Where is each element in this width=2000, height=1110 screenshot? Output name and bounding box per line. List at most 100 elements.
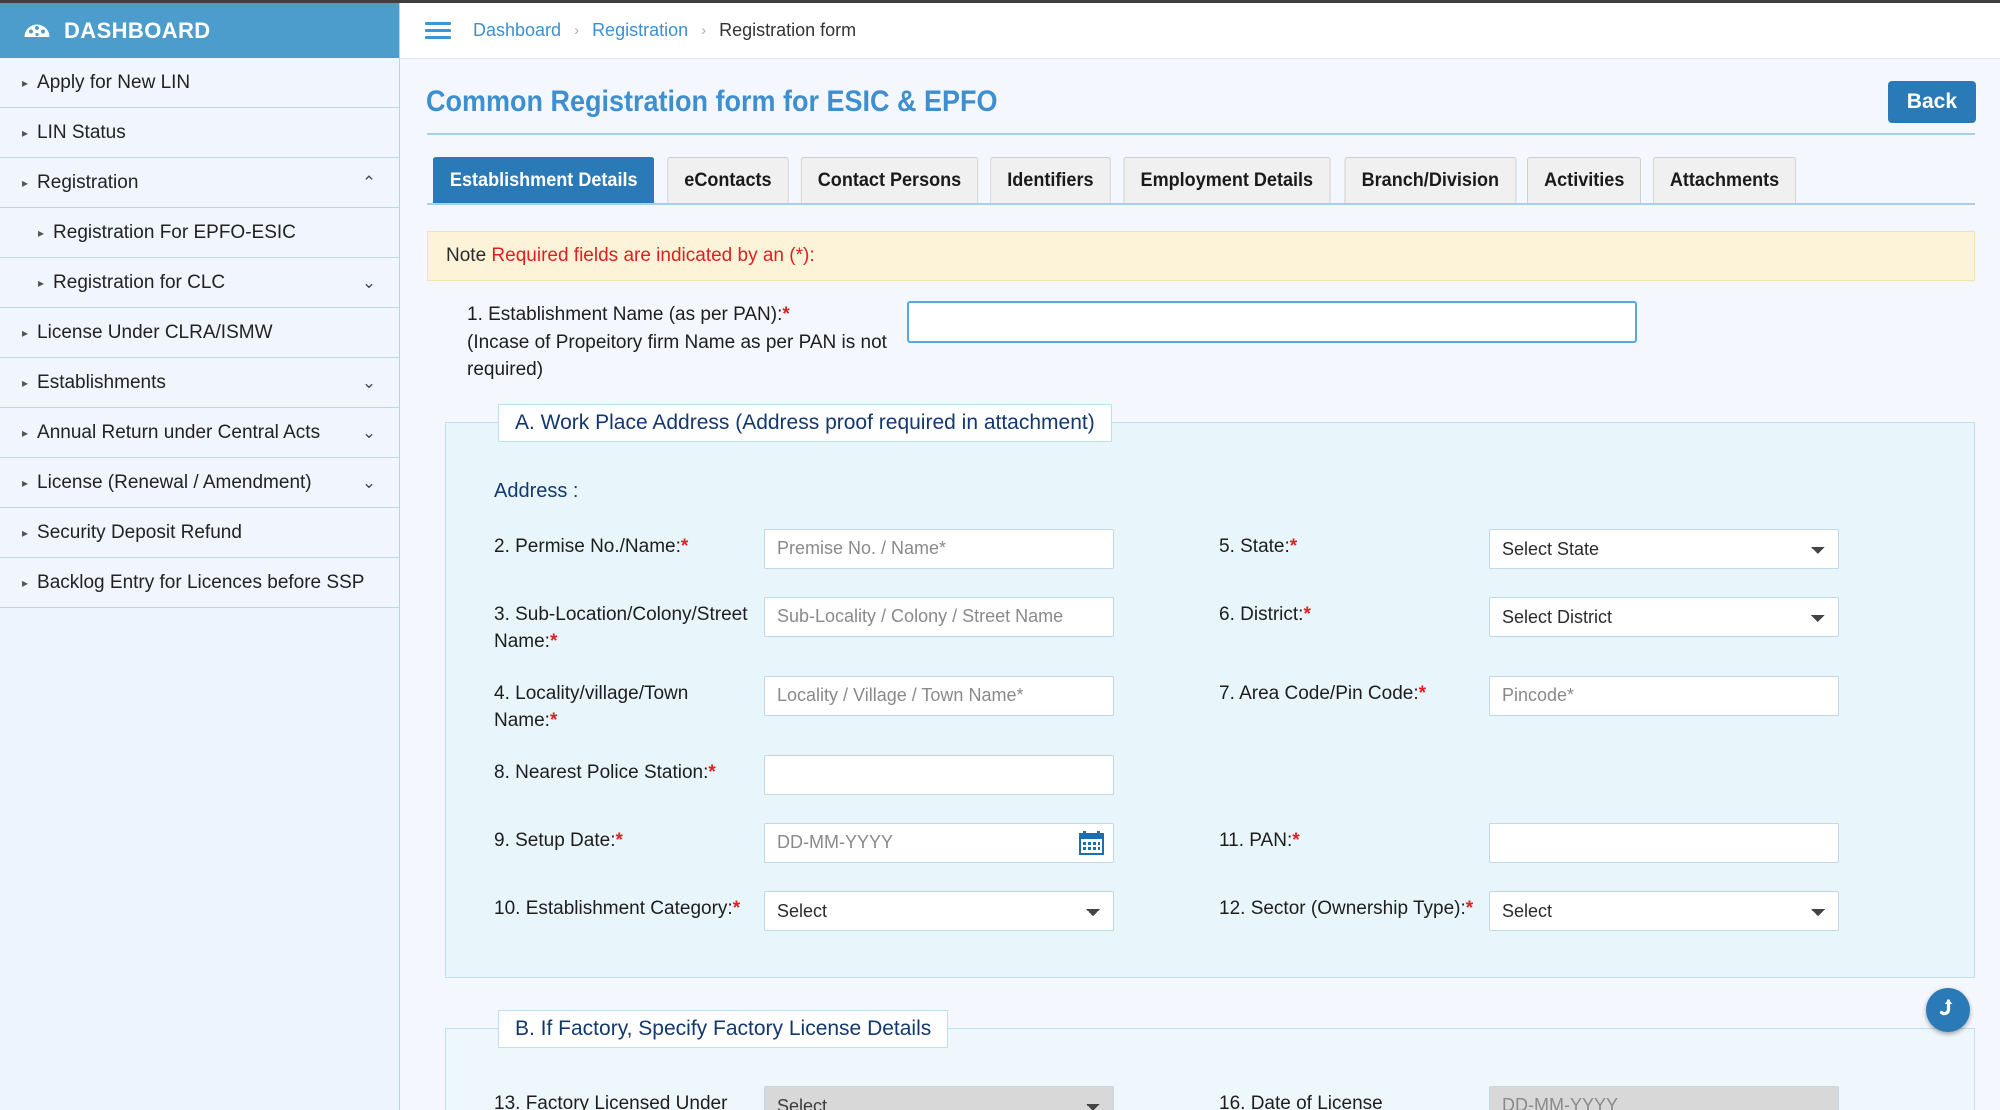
sidebar-item-registration-for-clc[interactable]: ▸ Registration for CLC ⌄ <box>0 258 399 308</box>
form-content: Establishment Details eContacts Contact Pe… <box>400 133 2000 1110</box>
sidebar-item-security-deposit-refund[interactable]: ▸ Security Deposit Refund <box>0 508 399 558</box>
factory-field-grid: 13. Factory Licensed Under Section: Sele… <box>476 1064 1944 1110</box>
sublocation-input[interactable] <box>764 596 1114 637</box>
setup-date-input[interactable] <box>764 822 1114 863</box>
caret-right-icon: ▸ <box>22 325 29 340</box>
tab-identifiers[interactable]: Identifiers <box>990 157 1111 203</box>
sidebar-item-establishments[interactable]: ▸ Establishments ⌄ <box>0 358 399 408</box>
chevron-up-icon[interactable]: ⌃ <box>359 174 379 191</box>
sidebar-item-backlog-entry-for-licences-before-ssp[interactable]: ▸ Backlog Entry for Licences before SSP <box>0 558 399 608</box>
back-button[interactable]: Back <box>1887 81 1976 123</box>
grid-spacer <box>1119 668 1219 747</box>
pan-input[interactable] <box>1489 822 1839 863</box>
hamburger-icon[interactable] <box>425 18 451 43</box>
factory-licensed-section-label-text: 13. Factory Licensed Under Section: <box>494 1092 728 1110</box>
grid-spacer <box>1119 883 1219 951</box>
sidebar-item-annual-return-under-central-acts[interactable]: ▸ Annual Return under Central Acts ⌄ <box>0 408 399 458</box>
sublocation-label-text: 3. Sub-Location/Colony/Street Name: <box>494 603 748 653</box>
setup-date-control <box>764 815 1119 883</box>
caret-right-icon: ▸ <box>22 475 29 490</box>
sidebar-item-registration-for-epfo-esic[interactable]: ▸ Registration For EPFO-ESIC <box>0 208 399 258</box>
tab-branch-division[interactable]: Branch/Division <box>1344 157 1516 203</box>
breadcrumb-item-current: Registration form <box>719 20 857 40</box>
police-station-label-text: 8. Nearest Police Station: <box>494 761 709 783</box>
sublocation-control <box>764 589 1119 668</box>
state-select[interactable]: Select State <box>1489 528 1839 569</box>
caret-right-icon: ▸ <box>22 125 29 140</box>
required-star: * <box>1289 535 1298 557</box>
breadcrumb-item-registration[interactable]: Registration <box>592 20 688 41</box>
license-date-label-text: 16. Date of License Registration: <box>1219 1092 1383 1110</box>
locality-input[interactable] <box>764 675 1114 716</box>
tab-employment-details[interactable]: Employment Details <box>1123 157 1331 203</box>
district-control: Select District <box>1489 589 1844 668</box>
chevron-down-icon[interactable]: ⌄ <box>359 474 379 491</box>
required-star: * <box>680 535 689 557</box>
sector-control: Select <box>1489 883 1844 951</box>
pan-control <box>1489 815 1844 883</box>
establishment-category-label: 10. Establishment Category:* <box>494 883 764 951</box>
caret-right-icon: ▸ <box>38 225 45 240</box>
district-select[interactable]: Select District <box>1489 596 1839 637</box>
tab-establishment-details[interactable]: Establishment Details <box>432 157 655 203</box>
establishment-name-label: 1. Establishment Name (as per PAN):* (In… <box>467 301 907 384</box>
section-work-place-address: A. Work Place Address (Address proof req… <box>445 403 1975 978</box>
sidebar: DASHBOARD ▸ Apply for New LIN ▸ LIN Status ▸… <box>0 3 400 1110</box>
required-star: * <box>782 304 790 325</box>
setup-date-label-text: 9. Setup Date: <box>494 829 616 851</box>
breadcrumb-item-dashboard[interactable]: Dashboard <box>473 20 561 41</box>
sector-label: 12. Sector (Ownership Type):* <box>1219 883 1489 951</box>
chevron-down-icon[interactable]: ⌄ <box>359 374 379 391</box>
sidebar-item-license-under-clra-ismw[interactable]: ▸ License Under CLRA/ISMW <box>0 308 399 358</box>
license-date-input[interactable] <box>1489 1085 1839 1110</box>
main-area: Dashboard › Registration › Registration … <box>400 3 2000 1110</box>
caret-right-icon: ▸ <box>38 275 45 290</box>
sidebar-item-label: License Under CLRA/ISMW <box>37 321 273 343</box>
sidebar-item-lin-status[interactable]: ▸ LIN Status <box>0 108 399 158</box>
establishment-category-select[interactable]: Select <box>764 890 1114 931</box>
establishment-name-input[interactable] <box>907 301 1637 343</box>
required-star: * <box>708 761 716 783</box>
required-star: * <box>615 829 623 851</box>
sidebar-item-license-renewal-amendment[interactable]: ▸ License (Renewal / Amendment) ⌄ <box>0 458 399 508</box>
chevron-down-icon[interactable]: ⌄ <box>359 274 379 291</box>
establishment-category-label-text: 10. Establishment Category: <box>494 897 733 919</box>
state-label-text: 5. State: <box>1219 535 1290 557</box>
pincode-label: 7. Area Code/Pin Code:* <box>1219 668 1489 747</box>
required-star: * <box>1292 829 1300 851</box>
app-window: DASHBOARD ▸ Apply for New LIN ▸ LIN Status ▸… <box>0 0 2000 1110</box>
police-station-control <box>764 747 1119 815</box>
calendar-icon[interactable] <box>1079 830 1104 855</box>
factory-licensed-section-control: Select <box>764 1078 1119 1110</box>
sidebar-item-label: Registration <box>37 171 139 193</box>
pincode-control <box>1489 668 1844 747</box>
police-station-input[interactable] <box>764 754 1114 795</box>
sidebar-item-label: Security Deposit Refund <box>37 521 242 543</box>
sidebar-item-registration[interactable]: ▸ Registration ⌃ <box>0 158 399 208</box>
locality-control <box>764 668 1119 747</box>
section-factory-license-details: B. If Factory, Specify Factory License D… <box>445 1009 1975 1110</box>
tab-contact-persons[interactable]: Contact Persons <box>800 157 979 203</box>
scroll-to-top-button[interactable] <box>1926 988 1970 1032</box>
address-field-grid: 2. Permise No./Name:* 5. State:* Select … <box>476 521 1944 951</box>
pincode-input[interactable] <box>1489 675 1839 716</box>
sidebar-item-apply-for-new-lin[interactable]: ▸ Apply for New LIN <box>0 58 399 108</box>
grid-spacer <box>1219 747 1489 815</box>
sector-select[interactable]: Select <box>1489 890 1839 931</box>
caret-right-icon: ▸ <box>22 175 29 190</box>
factory-licensed-section-select[interactable]: Select <box>764 1085 1114 1110</box>
chevron-down-icon[interactable]: ⌄ <box>359 424 379 441</box>
breadcrumb: Dashboard › Registration › Registration … <box>473 20 856 41</box>
tab-attachments[interactable]: Attachments <box>1652 157 1797 203</box>
locality-label-text: 4. Locality/village/Town Name: <box>494 682 689 732</box>
sidebar-item-label: Establishments <box>37 371 166 393</box>
form-panel: Establishment Details eContacts Contact Pe… <box>427 133 1975 1110</box>
caret-right-icon: ▸ <box>22 525 29 540</box>
section-a-legend: A. Work Place Address (Address proof req… <box>498 403 1112 442</box>
tab-econtacts[interactable]: eContacts <box>667 157 790 203</box>
tab-activities[interactable]: Activities <box>1527 157 1642 203</box>
caret-right-icon: ▸ <box>22 575 29 590</box>
premise-input[interactable] <box>764 528 1114 569</box>
police-station-label: 8. Nearest Police Station:* <box>494 747 764 815</box>
caret-right-icon: ▸ <box>22 75 29 90</box>
